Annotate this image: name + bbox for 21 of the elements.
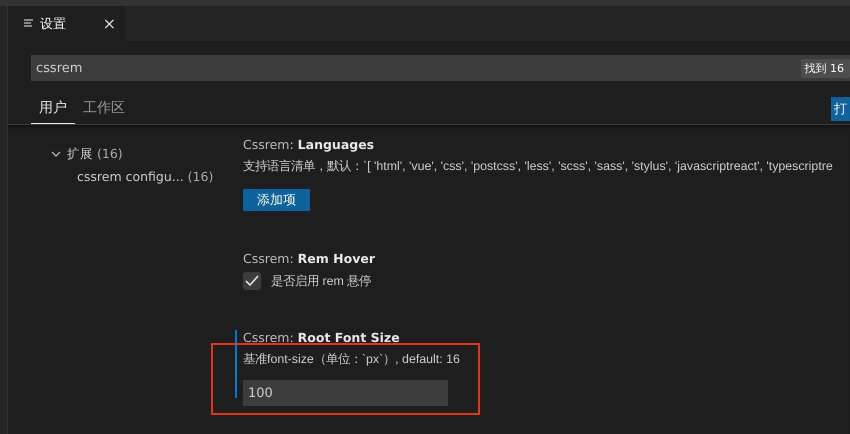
toc-item[interactable]: 扩展 (16) xyxy=(67,146,123,162)
setting-title: Cssrem: Root Font Size xyxy=(243,330,401,345)
setting-title: Cssrem: Rem Hover xyxy=(243,251,376,266)
setting-description: 基准font-size（单位：`px`）, default: 16 xyxy=(243,351,461,368)
result-count: 找到 16 xyxy=(800,58,850,78)
input-field[interactable]: 100 xyxy=(243,380,448,406)
setting-title: Cssrem: Languages xyxy=(243,137,376,152)
scope-tab[interactable]: 工作区 xyxy=(83,94,125,124)
scope-tab[interactable]: 用户 xyxy=(31,94,75,124)
add-item-button[interactable]: 添加项 xyxy=(243,189,310,211)
settings-tab[interactable]: 设置 × xyxy=(8,6,126,41)
setting-description: 支持语言清单，默认：`[ 'html', 'vue', 'css', 'postcss', 'less', 'scss', 'sass', 'stylus', 'javascriptreact', 'typescriptre xyxy=(243,158,834,175)
chevron-icon[interactable] xyxy=(51,150,61,158)
setting-description: 是否启用 rem 悬停 xyxy=(271,272,372,290)
tab-title: 设置 xyxy=(40,16,67,32)
open-button[interactable]: 打 xyxy=(831,96,850,120)
menu-icon xyxy=(24,19,34,28)
checkbox[interactable] xyxy=(243,272,261,290)
close-button[interactable]: × xyxy=(102,14,116,33)
toc-item[interactable]: cssrem configu... (16) xyxy=(77,168,214,184)
search-field[interactable]: cssrem 找到 16 xyxy=(31,55,850,81)
